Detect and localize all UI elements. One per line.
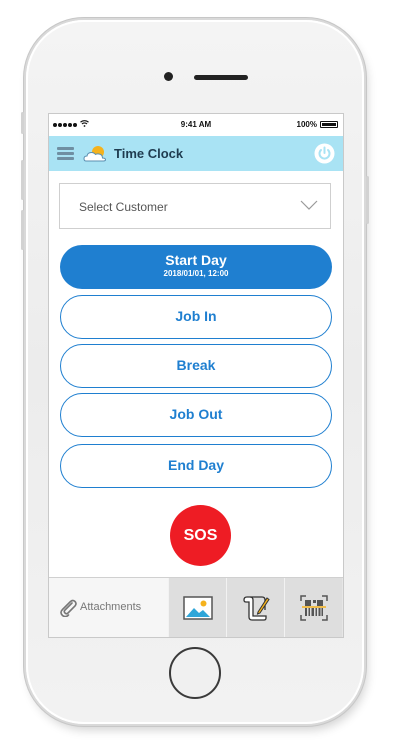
cloud-clock-icon [83,146,107,162]
barcode-scan-icon [299,594,328,621]
job-out-button[interactable]: Job Out [60,393,332,437]
signature-document-icon [242,595,270,621]
bottom-toolbar: Attachments [49,577,343,637]
sos-button[interactable]: SOS [170,505,231,566]
scan-button[interactable] [284,578,342,637]
front-camera [164,72,173,81]
start-day-datetime: 2018/01/01, 12:00 [163,269,229,278]
image-button[interactable] [168,578,226,637]
power-icon[interactable] [314,143,335,164]
job-in-button[interactable]: Job In [60,295,332,339]
battery-percent: 100% [296,120,317,129]
phone-volume-up-button [21,160,24,200]
paperclip-icon [60,599,77,617]
end-day-button[interactable]: End Day [60,444,332,488]
attachments-button[interactable]: Attachments [49,578,168,637]
signature-button[interactable] [226,578,284,637]
earpiece-speaker [194,75,248,80]
chevron-down-icon [300,200,318,210]
phone-power-button [366,176,369,224]
stage: 9:41 AM 100% Time Clock Select Customer … [0,0,400,748]
image-icon [182,595,213,620]
phone-volume-down-button [21,210,24,250]
phone-side-button [21,112,24,134]
home-button[interactable] [169,647,221,699]
start-day-label: Start Day [165,252,227,268]
status-right: 100% [297,120,338,129]
app-screen: 9:41 AM 100% Time Clock Select Customer … [48,113,344,638]
app-title: Time Clock [114,146,184,161]
customer-select-placeholder: Select Customer [79,200,168,214]
hamburger-menu-icon[interactable] [57,147,74,160]
break-button[interactable]: Break [60,344,332,388]
battery-icon [320,121,338,128]
attachments-label: Attachments [80,601,142,613]
app-header: Time Clock [49,136,343,171]
status-bar: 9:41 AM 100% [49,114,343,136]
start-day-button[interactable]: Start Day 2018/01/01, 12:00 [60,245,332,289]
customer-select[interactable]: Select Customer [59,183,331,229]
